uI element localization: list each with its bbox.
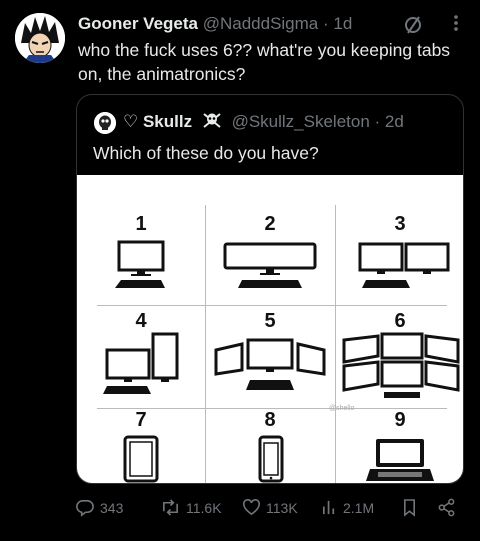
analytics-icon — [322, 500, 335, 515]
option-label: 8 — [264, 409, 276, 431]
option-label: 5 — [264, 310, 276, 332]
option-4: 4 — [77, 308, 205, 408]
separator-dot: · — [374, 112, 381, 131]
heart-icon — [243, 499, 260, 516]
quoted-tweet[interactable]: ♡ Skullz @Skullz_Skeleton · 2d Which of … — [76, 94, 464, 484]
option-1: 1 — [77, 205, 205, 305]
like-button[interactable]: 113K — [242, 498, 298, 517]
repost-button[interactable]: 11.6K — [160, 498, 222, 517]
single-monitor-icon — [115, 240, 165, 288]
reply-icon — [76, 500, 94, 517]
laptop-icon — [366, 439, 434, 481]
option-6: 6 — [336, 308, 463, 408]
monitor-setups-image[interactable]: 1 2 3 4 5 6 7 8 9 @shello — [77, 175, 463, 483]
like-count: 113K — [266, 499, 298, 516]
tweet-header: Gooner Vegeta @NadddSigma · 1d — [78, 13, 352, 35]
reply-button[interactable]: 343 — [76, 498, 123, 517]
option-2: 2 — [206, 205, 334, 305]
dual-monitor-icon — [358, 242, 450, 288]
grok-icon[interactable] — [402, 14, 424, 36]
quoted-avatar[interactable] — [94, 112, 116, 134]
tablet-icon — [123, 435, 159, 483]
tweet-text: who the fuck uses 6?? what're you keepin… — [78, 40, 451, 84]
bookmark-icon — [404, 499, 415, 517]
grid-divider — [97, 305, 447, 306]
watermark: @shello — [329, 405, 355, 412]
share-icon — [438, 498, 455, 517]
option-9: 9 — [336, 409, 463, 483]
share-button[interactable] — [437, 498, 461, 517]
timestamp[interactable]: 1d — [333, 14, 352, 33]
quoted-text: Which of these do you have? — [93, 143, 319, 163]
option-7: 7 — [77, 409, 205, 483]
more-options-icon[interactable] — [446, 12, 466, 34]
option-label: 1 — [135, 213, 147, 235]
six-monitor-icon — [342, 332, 460, 398]
quoted-header: ♡ Skullz @Skullz_Skeleton · 2d — [123, 111, 404, 133]
skull-crossbones-icon — [203, 113, 221, 128]
option-label: 7 — [135, 409, 147, 431]
handle[interactable]: @NadddSigma — [203, 14, 319, 33]
ultrawide-monitor-icon — [223, 242, 317, 288]
option-3: 3 — [336, 205, 463, 305]
option-label: 6 — [394, 310, 406, 332]
option-8: 8 — [206, 409, 334, 483]
reply-count: 343 — [100, 499, 124, 516]
phone-icon — [258, 435, 284, 483]
quoted-timestamp[interactable]: 2d — [385, 112, 404, 131]
triple-monitor-icon — [214, 338, 326, 390]
separator-dot: · — [323, 14, 329, 33]
views-count: 2.1M — [343, 499, 375, 516]
action-bar: 343 11.6K 113K 2.1M — [0, 498, 480, 526]
display-name[interactable]: Gooner Vegeta — [78, 14, 198, 33]
bookmark-button[interactable] — [402, 498, 422, 517]
avatar[interactable] — [15, 13, 65, 63]
option-5: 5 — [206, 308, 334, 408]
repost-icon — [163, 499, 178, 516]
quoted-display-name[interactable]: ♡ Skullz — [123, 112, 192, 131]
views-button[interactable]: 2.1M — [321, 498, 374, 517]
option-label: 3 — [394, 213, 406, 235]
option-label: 9 — [394, 409, 406, 431]
option-label: 2 — [264, 213, 276, 235]
quoted-handle[interactable]: @Skullz_Skeleton — [232, 112, 370, 131]
repost-count: 11.6K — [186, 499, 222, 516]
monitor-with-vertical-icon — [103, 332, 179, 394]
